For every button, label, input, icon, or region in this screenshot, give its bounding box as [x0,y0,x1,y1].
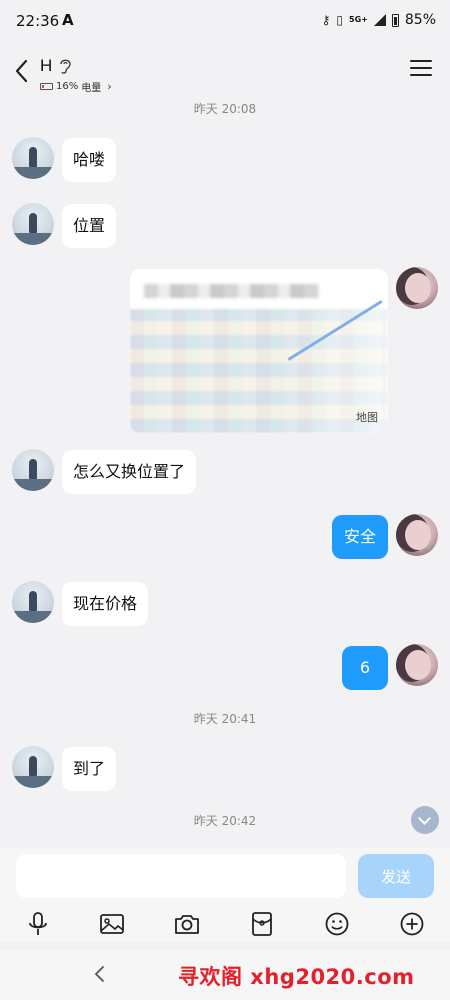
own-avatar[interactable] [396,514,438,556]
system-back-button[interactable] [92,964,108,984]
more-button[interactable] [398,910,426,938]
contact-avatar[interactable] [12,137,54,179]
battery-percent: 85% [404,12,436,28]
device-battery-status[interactable]: 16% 电量 › [40,79,112,94]
chevron-right-icon: › [107,80,112,93]
signal-icon [373,14,386,26]
voice-button[interactable] [24,910,52,938]
red-packet-button[interactable] [248,910,276,938]
nav-back-icon [94,966,104,982]
message-bubble-incoming[interactable]: 位置 [62,204,117,248]
timestamp: 昨天 20:08 [193,102,257,116]
back-button[interactable] [10,56,36,86]
own-avatar[interactable] [396,267,438,309]
sim-icon: ▯ [336,13,344,27]
network-type: 5G+ [349,15,368,24]
status-icons: ⚷ ▯ 5G+ 85% [322,12,436,28]
contact-name[interactable]: H [40,56,52,76]
map-credit: 地图 [356,411,378,424]
message-bubble-incoming[interactable]: 哈喽 [62,138,117,182]
chevron-left-icon [15,59,28,83]
message-input[interactable] [16,854,346,898]
red-packet-icon [252,912,272,936]
contact-avatar[interactable] [12,449,54,491]
emoji-button[interactable] [323,910,351,938]
emoji-icon [325,912,349,936]
message-bubble-incoming[interactable]: 现在价格 [62,582,149,626]
camera-icon [175,915,199,934]
own-avatar[interactable] [396,644,438,686]
location-card[interactable]: 地图 [130,269,388,433]
contact-avatar[interactable] [12,203,54,245]
status-bar: 22:36 A ⚷ ▯ 5G+ 85% [0,0,450,44]
image-icon [100,914,124,934]
scroll-to-bottom-button[interactable] [411,806,439,834]
image-button[interactable] [98,910,126,938]
system-nav-bar: 寻欢阁 xhg2020.com [0,950,450,1000]
location-title-blurred [144,284,319,298]
message-bubble-incoming[interactable]: 怎么又换位置了 [62,450,197,494]
menu-button[interactable] [410,60,432,80]
menu-line [410,67,432,69]
timestamp: 昨天 20:42 [193,814,257,828]
camera-button[interactable] [173,910,201,938]
menu-line [410,60,432,62]
battery-icon [391,13,399,27]
message-bubble-incoming[interactable]: 到了 [62,747,117,791]
watermark: 寻欢阁 xhg2020.com [178,965,415,989]
chat-header: H 16% 电量 › [0,46,450,98]
device-battery-label: 电量 [81,83,102,94]
contact-avatar[interactable] [12,581,54,623]
send-button[interactable]: 发送 [358,854,434,898]
input-bar: 发送 [0,848,450,906]
message-bubble-outgoing[interactable]: 6 [342,646,388,690]
location-title [130,269,388,309]
ear-icon [60,59,71,74]
contact-avatar[interactable] [12,746,54,788]
menu-line [410,74,432,76]
key-icon: ⚷ [321,13,331,27]
device-battery-percent: 16% [56,81,79,92]
device-battery-icon [40,83,53,90]
plus-icon [400,912,424,936]
input-toolbar [0,906,450,942]
location-map-thumbnail [130,309,388,433]
timestamp: 昨天 20:41 [193,712,257,726]
message-bubble-outgoing[interactable]: 安全 [332,515,388,559]
microphone-icon [29,912,47,935]
notification-a-icon: A [62,11,74,29]
status-time: 22:36 [16,12,60,30]
